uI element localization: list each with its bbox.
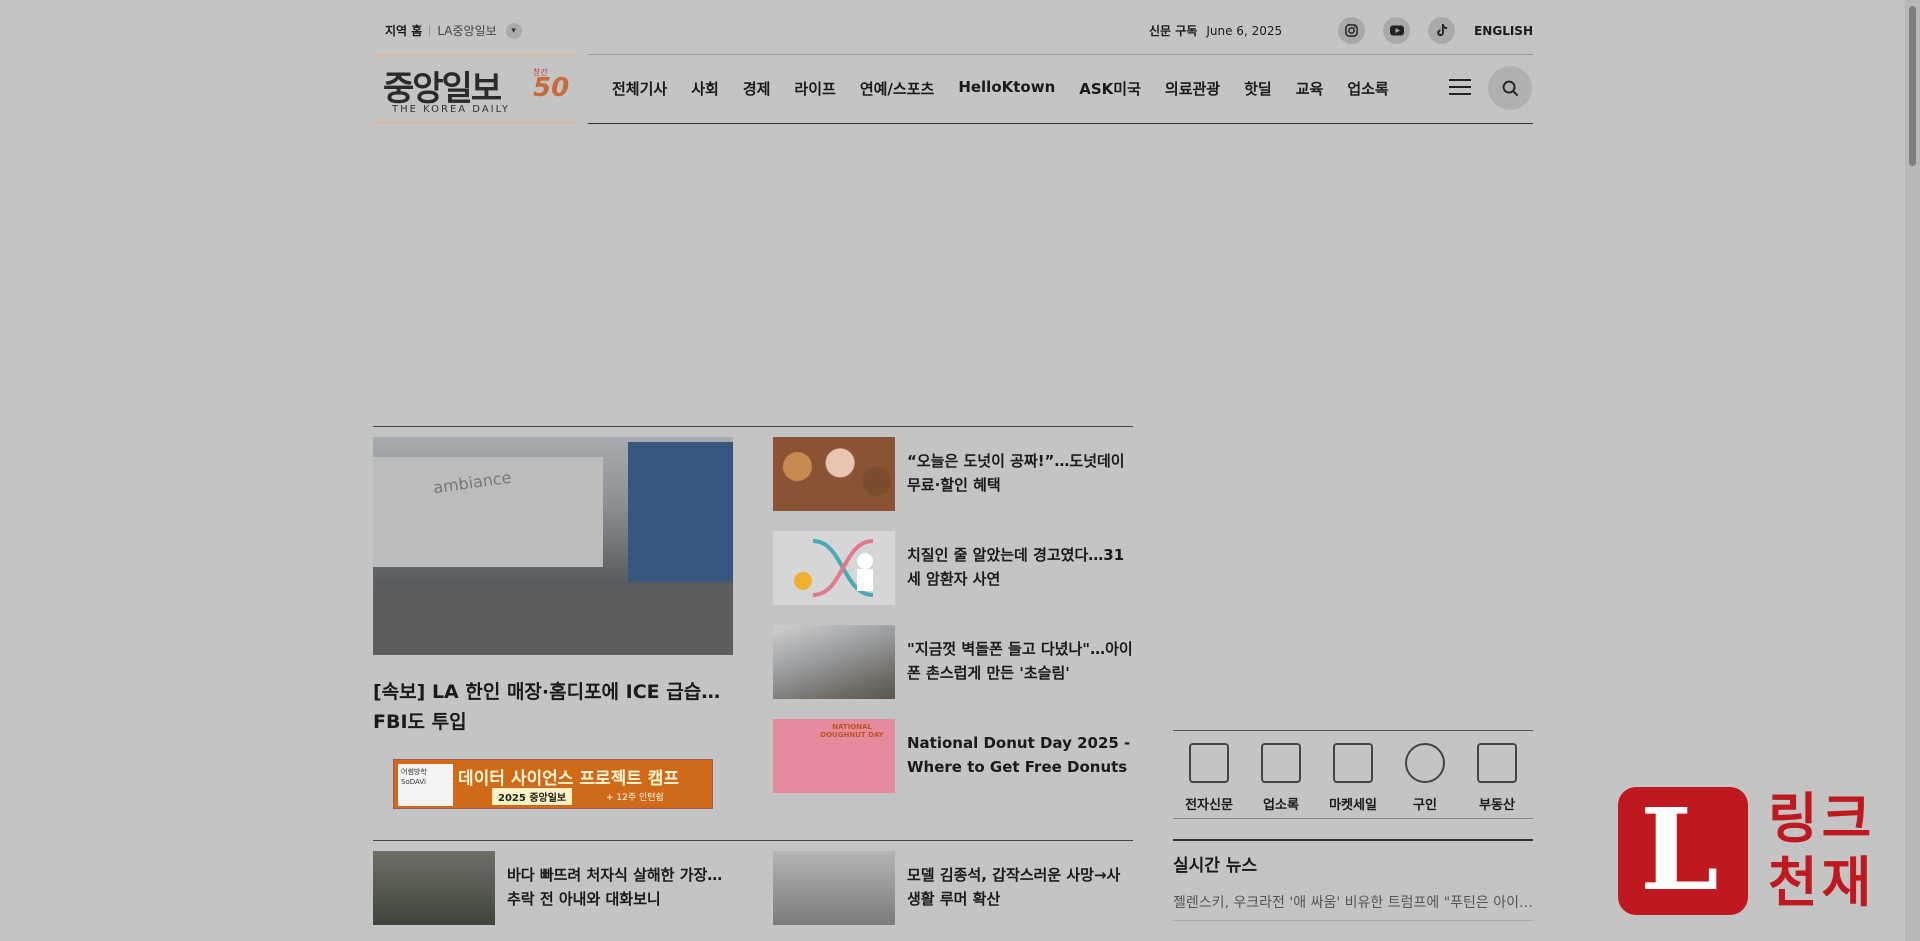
list-item[interactable]: 바다 빠뜨려 처자식 살해한 가장…추락 전 아내와 대화보니 <box>373 851 733 925</box>
nav-item-ask-us[interactable]: ASK미국 <box>1079 78 1141 99</box>
banner-small-label: 어썸방학 <box>401 768 427 776</box>
quick-link-market-sale[interactable]: 마켓세일 <box>1323 743 1383 818</box>
region-local-label[interactable]: LA중앙일보 <box>437 22 496 39</box>
news-thumbnail[interactable] <box>773 851 895 925</box>
list-item[interactable]: "지금껏 벽돌폰 들고 다녔나"…아이폰 촌스럽게 만든 '초슬림' <box>773 625 1133 699</box>
banner-note: + 12주 인턴쉽 <box>606 793 664 803</box>
subscribe-link[interactable]: 신문 구독 <box>1149 22 1197 39</box>
news-title[interactable]: 치질인 줄 알았는데 경고였다…31세 암환자 사연 <box>907 531 1133 605</box>
logo-korean-text: 중앙일보 <box>383 69 502 109</box>
anniversary-number: 50 <box>533 73 570 103</box>
nav-item-society[interactable]: 사회 <box>691 78 719 99</box>
banner-sponsor-box: 어썸방학 SoDAVi <box>398 764 453 806</box>
top-right-utilities: 신문 구독 June 6, 2025 ENGLISH <box>1149 17 1533 44</box>
secondary-news-row: 바다 빠뜨려 처자식 살해한 가장…추락 전 아내와 대화보니 모델 김종석, … <box>373 840 1133 925</box>
tiktok-icon[interactable] <box>1428 17 1456 44</box>
news-thumbnail[interactable] <box>773 531 895 605</box>
site-logo[interactable]: 중앙일보 THE KOREA DAILY 창간 50 <box>373 54 578 124</box>
news-thumbnail[interactable] <box>373 851 495 925</box>
watermark-text: 링크 천재 <box>1768 787 1875 915</box>
house-icon <box>1477 743 1517 783</box>
watermark-line-2: 천재 <box>1768 851 1876 914</box>
news-title[interactable]: "지금껏 벽돌폰 들고 다녔나"…아이폰 촌스럽게 만든 '초슬림' <box>907 625 1133 699</box>
list-item[interactable]: 치질인 줄 알았는데 경고였다…31세 암환자 사연 <box>773 531 1133 605</box>
nav-item-all-articles[interactable]: 전체기사 <box>612 78 667 99</box>
top-bar: 지역 홈 LA중앙일보 ▾ 신문 구독 June 6, 2025 ENGLISH <box>373 0 1533 54</box>
watermark-logo: L <box>1618 787 1748 915</box>
hamburger-menu-icon[interactable] <box>1449 79 1471 97</box>
news-thumbnail[interactable]: NATIONAL DOUGHNUT DAY <box>773 719 895 793</box>
banner-sub: 2025 중앙일보 <box>492 788 573 805</box>
english-link[interactable]: ENGLISH <box>1474 24 1533 38</box>
nav-item-economy[interactable]: 경제 <box>743 78 771 99</box>
news-thumbnail[interactable] <box>773 625 895 699</box>
list-item[interactable]: “오늘은 도넛이 공짜!”…도넛데이 무료·할인 혜택 <box>773 437 1133 511</box>
right-sidebar: 전자신문 업소록 마켓세일 구인 부동산 실시간 뉴스 젤렌스키, 우크라전 '… <box>1173 730 1533 921</box>
newspaper-icon <box>1189 743 1229 783</box>
nav-item-medical-tourism[interactable]: 의료관광 <box>1165 78 1220 99</box>
watermark-line-1: 링크 <box>1768 787 1876 850</box>
quick-link-label: 구인 <box>1413 798 1437 813</box>
quick-link-e-paper[interactable]: 전자신문 <box>1179 743 1239 818</box>
instagram-icon[interactable] <box>1338 17 1366 44</box>
divider <box>429 25 431 36</box>
news-title[interactable]: 모델 김종석, 갑작스러운 사망→사생활 루머 확산 <box>907 851 1133 925</box>
headline-section: ambiance [속보] LA 한인 매장·홈디포에 ICE 급습…FBI도 … <box>373 426 1133 925</box>
chevron-down-icon[interactable]: ▾ <box>505 22 522 39</box>
quick-link-label: 마켓세일 <box>1329 798 1377 813</box>
search-icon[interactable] <box>1488 66 1532 110</box>
news-thumbnail[interactable] <box>773 437 895 511</box>
region-home-link[interactable]: 지역 홈 <box>385 22 422 39</box>
news-title[interactable]: National Donut Day 2025 - Where to Get F… <box>907 719 1133 793</box>
live-news-heading: 실시간 뉴스 <box>1173 856 1258 876</box>
quick-links: 전자신문 업소록 마켓세일 구인 부동산 <box>1173 730 1533 819</box>
lead-story-title[interactable]: [속보] LA 한인 매장·홈디포에 ICE 급습…FBI도 투입 <box>373 677 733 737</box>
lead-story[interactable]: ambiance [속보] LA 한인 매장·홈디포에 ICE 급습…FBI도 … <box>373 437 733 809</box>
region-selector[interactable]: 지역 홈 LA중앙일보 ▾ <box>385 22 522 39</box>
quick-link-label: 부동산 <box>1479 798 1515 813</box>
banner-headline: 데이터 사이언스 프로젝트 캠프 <box>458 769 680 789</box>
people-search-icon <box>1405 743 1445 783</box>
nav-item-life[interactable]: 라이프 <box>794 78 835 99</box>
site-header: 중앙일보 THE KOREA DAILY 창간 50 전체기사 사회 경제 라이… <box>373 54 1533 124</box>
banner-sponsor: SoDAVi <box>401 778 426 786</box>
watermark-letter: L <box>1640 785 1719 916</box>
nav-item-directory[interactable]: 업소록 <box>1347 78 1388 99</box>
nav-item-hot-deal[interactable]: 핫딜 <box>1244 78 1272 99</box>
list-item[interactable]: 모델 김종석, 갑작스러운 사망→사생활 루머 확산 <box>773 851 1133 925</box>
nav-item-helloktown[interactable]: HelloKtown <box>958 78 1055 99</box>
main-navigation: 전체기사 사회 경제 라이프 연예/스포츠 HelloKtown ASK미국 의… <box>588 54 1533 124</box>
list-item[interactable]: NATIONAL DOUGHNUT DAY National Donut Day… <box>773 719 1133 793</box>
cart-icon <box>1333 743 1373 783</box>
lead-story-image[interactable]: ambiance <box>373 437 733 655</box>
news-title[interactable]: “오늘은 도넛이 공짜!”…도넛데이 무료·할인 혜택 <box>907 437 1133 511</box>
live-news-item[interactable]: 젤렌스키, 우크라전 '애 싸움' 비유한 트럼프에 "푸틴은 아이가 아니다" <box>1173 892 1533 921</box>
news-title[interactable]: 바다 빠뜨려 처자식 살해한 가장…추락 전 아내와 대화보니 <box>507 851 733 925</box>
quick-link-label: 업소록 <box>1263 798 1299 813</box>
quick-link-real-estate[interactable]: 부동산 <box>1467 743 1527 818</box>
quick-link-label: 전자신문 <box>1185 798 1233 813</box>
logo-english-text: THE KOREA DAILY <box>392 104 510 115</box>
camp-ad-banner[interactable]: 어썸방학 SoDAVi 데이터 사이언스 프로젝트 캠프 2025 중앙일보 +… <box>393 759 713 809</box>
side-news-list: “오늘은 도넛이 공짜!”…도넛데이 무료·할인 혜택 치질인 줄 알았는데 경… <box>773 437 1133 813</box>
clipboard-icon <box>1261 743 1301 783</box>
quick-link-jobs[interactable]: 구인 <box>1395 743 1455 818</box>
live-news: 실시간 뉴스 젤렌스키, 우크라전 '애 싸움' 비유한 트럼프에 "푸틴은 아… <box>1173 839 1533 921</box>
scrollbar-thumb[interactable] <box>1909 6 1916 166</box>
thumbnail-label: NATIONAL DOUGHNUT DAY <box>820 723 884 739</box>
nav-item-education[interactable]: 교육 <box>1296 78 1324 99</box>
youtube-icon[interactable] <box>1383 17 1411 44</box>
current-date: June 6, 2025 <box>1206 23 1283 38</box>
page-container: 지역 홈 LA중앙일보 ▾ 신문 구독 June 6, 2025 ENGLISH… <box>373 0 1533 925</box>
nav-item-entertainment-sports[interactable]: 연예/스포츠 <box>860 78 934 99</box>
page-scrollbar[interactable] <box>1905 0 1920 941</box>
quick-link-directory[interactable]: 업소록 <box>1251 743 1311 818</box>
